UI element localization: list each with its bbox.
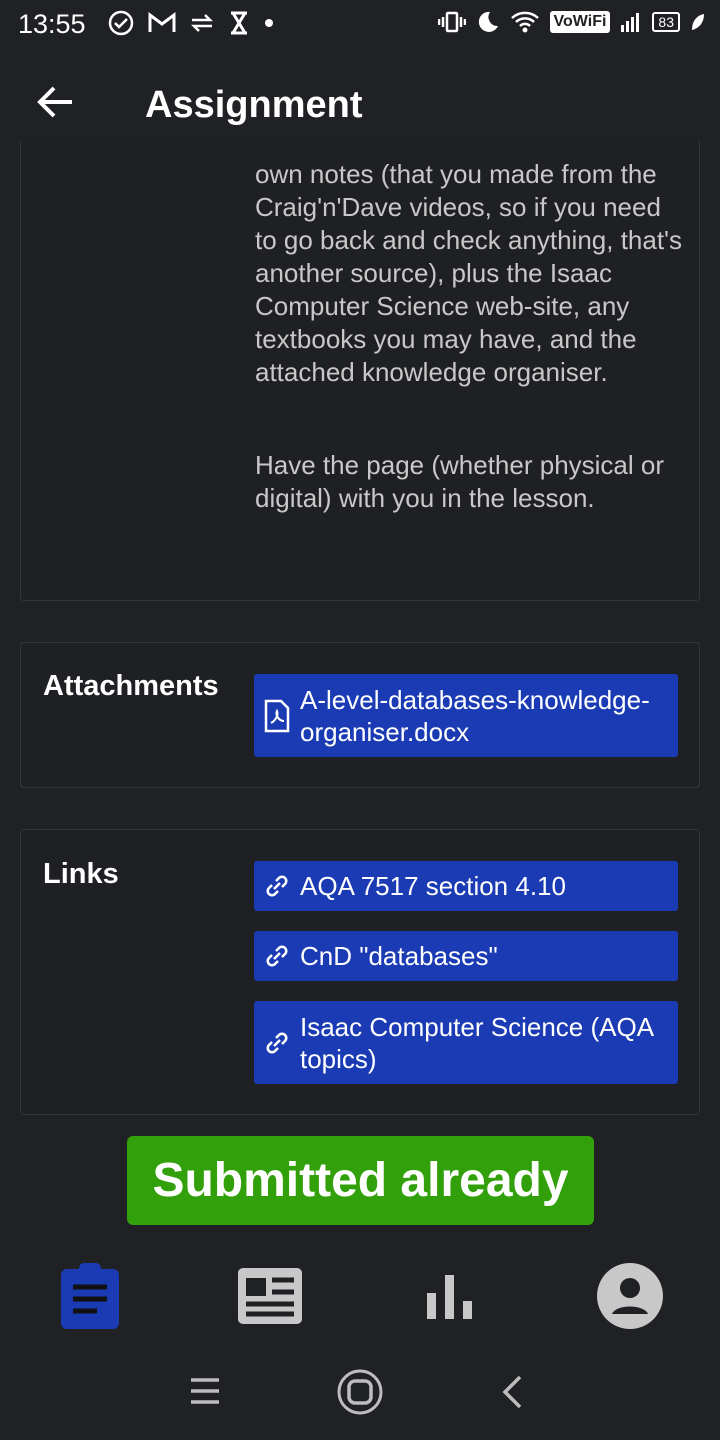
recents-icon[interactable] [188,1376,222,1411]
description-paragraph-1: own notes (that you made from the Craig'… [255,159,683,387]
bottom-navigation [0,1248,720,1348]
system-navigation [0,1350,720,1440]
link-chip-aqa[interactable]: AQA 7517 section 4.10 [254,861,678,911]
vibrate-icon [437,10,466,34]
moon-icon [476,10,500,34]
link-chip-cnd[interactable]: CnD "databases" [254,931,678,981]
gmail-icon [148,12,176,34]
home-icon[interactable] [336,1368,384,1421]
link-icon [254,1029,300,1057]
nav-assignments[interactable] [50,1258,130,1338]
sync-arrows-icon [190,12,214,34]
description-paragraph-2: Have the page (whether physical or digit… [255,450,665,513]
link-chip-isaac[interactable]: Isaac Computer Science (AQA topics) [254,1001,678,1084]
status-bar: 13:55 VoWiFi 83 [0,0,720,52]
account-icon [596,1262,664,1335]
wifi-icon [510,10,540,34]
link-label: Isaac Computer Science (AQA topics) [300,1011,653,1074]
links-label: Links [43,858,119,890]
hourglass-icon [228,11,250,35]
nav-stats[interactable] [410,1258,490,1338]
vowifi-badge: VoWiFi [549,11,611,33]
battery-level: 83 [652,12,680,32]
link-icon [254,942,300,970]
back-nav-icon[interactable] [500,1374,524,1415]
nav-news[interactable] [230,1258,310,1338]
link-label: AQA 7517 section 4.10 [300,871,566,901]
link-icon [254,872,300,900]
assignment-icon [59,1261,121,1336]
bar-chart-icon [425,1271,475,1326]
assignment-description: own notes (that you made from the Craig'… [255,158,685,515]
status-time: 13:55 [18,9,86,39]
notification-dot-icon [264,18,274,28]
description-card: own notes (that you made from the Craig'… [20,140,700,601]
attachments-card: Attachments A-level-databases-knowledge-… [20,642,700,788]
links-card: Links AQA 7517 section 4.10 CnD "databas… [20,829,700,1115]
signal-icon [620,11,642,33]
arrow-back-icon[interactable] [36,82,76,122]
nav-account[interactable] [590,1258,670,1338]
attachments-label: Attachments [43,670,219,702]
check-circle-icon [108,10,134,36]
page-title: Assignment [145,84,363,126]
pdf-file-icon [254,699,300,733]
attachment-chip[interactable]: A-level-databases-knowledge-organiser.do… [254,674,678,757]
newspaper-icon [236,1266,304,1331]
link-label: CnD "databases" [300,941,498,971]
leaf-icon [690,12,706,32]
submitted-status-button[interactable]: Submitted already [127,1136,594,1225]
attachment-name: A-level-databases-knowledge-organiser.do… [300,684,650,747]
